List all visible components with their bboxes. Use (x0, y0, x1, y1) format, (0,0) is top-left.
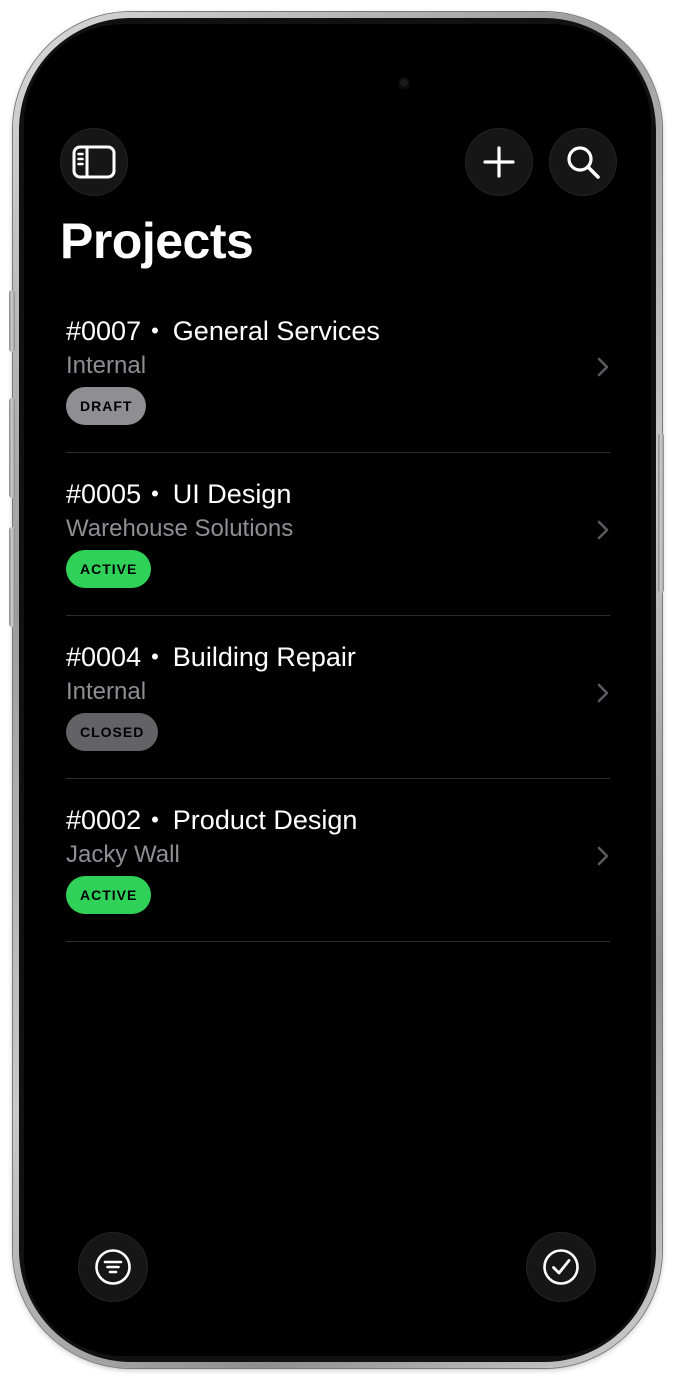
project-title: #0005 • UI Design (66, 479, 291, 510)
separator-dot: • (151, 318, 159, 343)
project-list: #0007 • General Services Internal DRAFT #0005… (66, 290, 610, 942)
sidebar-button[interactable] (60, 128, 128, 196)
chevron-right-icon (596, 682, 610, 704)
project-name: Product Design (172, 805, 358, 835)
project-client: Internal (66, 678, 147, 705)
project-name: General Services (172, 316, 380, 346)
front-camera (398, 77, 410, 89)
project-number: #0004 (66, 642, 142, 672)
status-badge: ACTIVE (66, 876, 152, 914)
status-badge: ACTIVE (66, 550, 152, 588)
action-button (9, 290, 15, 352)
select-button[interactable] (526, 1232, 596, 1302)
project-client: Internal (66, 352, 147, 379)
project-name: Building Repair (172, 642, 356, 672)
page-title: Projects (60, 213, 254, 269)
checkmark-circle-icon (542, 1248, 580, 1286)
project-name: UI Design (172, 479, 292, 509)
project-title: #0004 • Building Repair (66, 642, 356, 673)
project-row[interactable]: #0007 • General Services Internal DRAFT (66, 290, 610, 453)
chevron-right-icon (596, 519, 610, 541)
separator-dot: • (151, 807, 159, 832)
project-row[interactable]: #0002 • Product Design Jacky Wall ACTIVE (66, 779, 610, 942)
search-button[interactable] (549, 128, 617, 196)
search-icon (565, 144, 601, 180)
project-number: #0007 (66, 316, 142, 346)
project-number: #0005 (66, 479, 142, 509)
project-number: #0002 (66, 805, 142, 835)
project-client: Jacky Wall (66, 841, 180, 868)
power-button (658, 433, 664, 593)
separator-dot: • (151, 644, 159, 669)
project-client: Warehouse Solutions (66, 515, 294, 542)
project-row[interactable]: #0005 • UI Design Warehouse Solutions ACTIVE (66, 453, 610, 616)
volume-up-button (9, 398, 15, 498)
screen: Projects #0007 • General Services Internal D… (24, 24, 651, 1356)
chevron-right-icon (596, 356, 610, 378)
separator-dot: • (151, 481, 159, 506)
status-badge: DRAFT (66, 387, 147, 425)
project-title: #0002 • Product Design (66, 805, 357, 836)
status-badge: CLOSED (66, 713, 159, 751)
add-project-button[interactable] (465, 128, 533, 196)
project-row[interactable]: #0004 • Building Repair Internal CLOSED (66, 616, 610, 779)
sidebar-icon (72, 145, 116, 179)
filter-icon (94, 1248, 132, 1286)
chevron-right-icon (596, 845, 610, 867)
project-title: #0007 • General Services (66, 316, 380, 347)
plus-icon (482, 145, 516, 179)
filter-button[interactable] (78, 1232, 148, 1302)
volume-down-button (9, 527, 15, 627)
